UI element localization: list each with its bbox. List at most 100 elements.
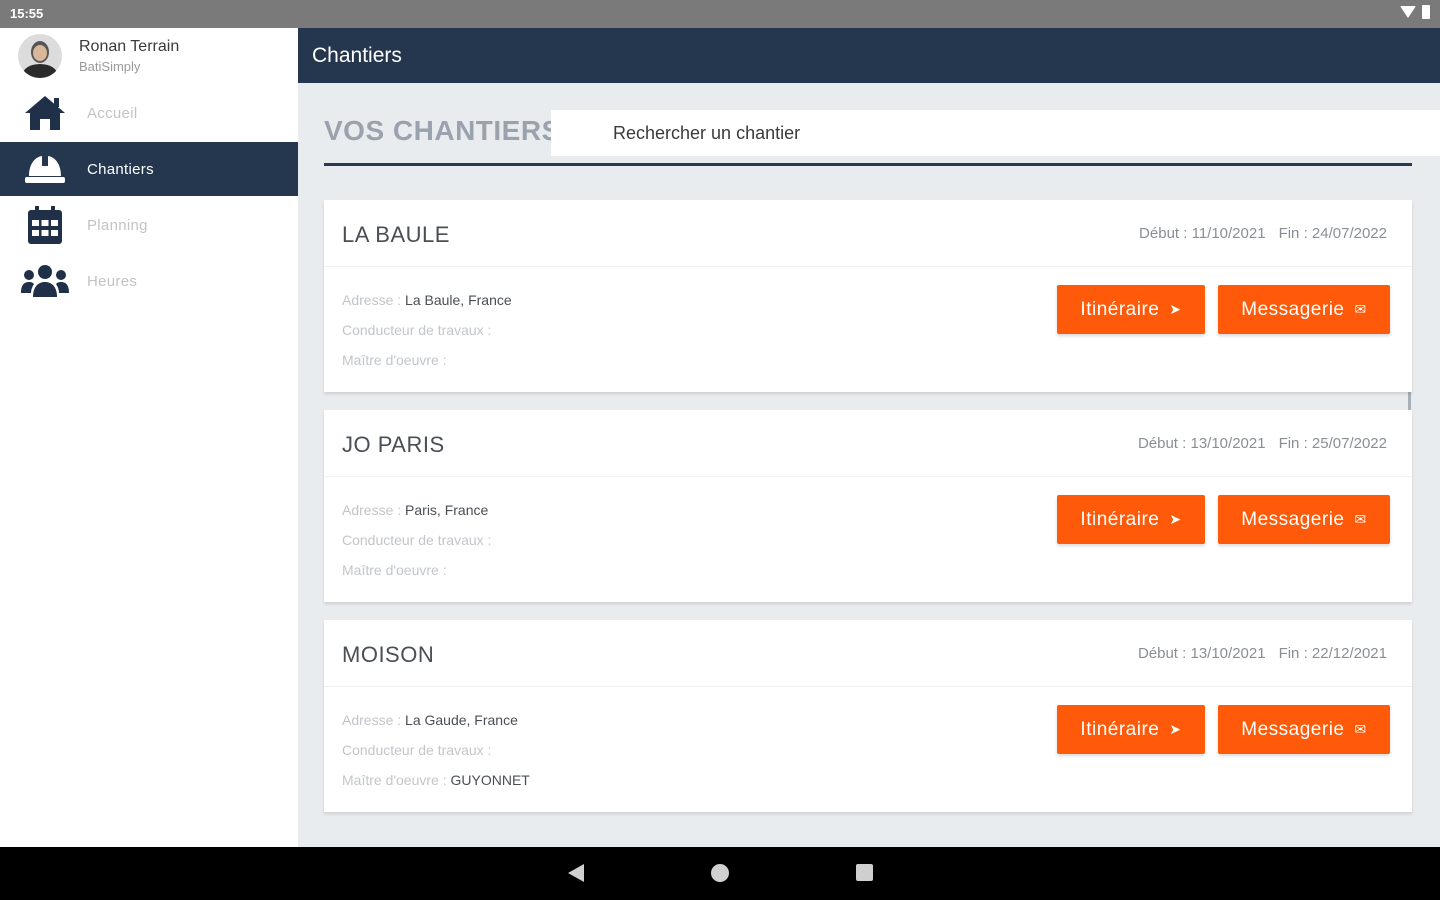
messaging-button-label: Messagerie	[1241, 718, 1345, 740]
site-name: JO PARIS	[342, 432, 445, 457]
address-line: Adresse : La Gaude, France	[342, 712, 518, 728]
site-card-body: Adresse : Paris, France Conducteur de tr…	[324, 477, 1412, 602]
site-card-body: Adresse : La Gaude, France Conducteur de…	[324, 687, 1412, 812]
site-dates: Début : 11/10/2021 Fin : 24/07/2022	[1139, 225, 1387, 242]
send-icon: ➤	[1169, 721, 1182, 737]
conductor-label: Conducteur de travaux :	[342, 532, 492, 548]
start-label: Début :	[1137, 645, 1187, 662]
site-card: MOISON Début : 13/10/2021 Fin : 22/12/20…	[324, 620, 1412, 812]
itinerary-button[interactable]: Itinéraire ➤	[1057, 705, 1205, 754]
status-bar: 15:55	[0, 0, 1440, 28]
site-card: JO PARIS Début : 13/10/2021 Fin : 25/07/…	[324, 410, 1412, 602]
itinerary-button[interactable]: Itinéraire ➤	[1057, 285, 1205, 334]
architect-line: Maître d'oeuvre : GUYONNET	[342, 772, 530, 788]
site-card-body: Adresse : La Baule, France Conducteur de…	[324, 267, 1412, 392]
recent-apps-icon[interactable]	[856, 864, 873, 881]
mail-icon: ✉	[1354, 301, 1367, 317]
sidebar-item-chantiers[interactable]: Chantiers	[0, 142, 298, 196]
messaging-button[interactable]: Messagerie ✉	[1218, 285, 1390, 334]
architect-line: Maître d'oeuvre :	[342, 562, 447, 578]
conductor-label: Conducteur de travaux :	[342, 322, 492, 338]
messaging-button-label: Messagerie	[1241, 298, 1345, 320]
back-icon[interactable]	[568, 864, 584, 882]
sidebar-item-label: Chantiers	[87, 160, 154, 178]
site-card: LA BAULE Début : 11/10/2021 Fin : 24/07/…	[324, 200, 1412, 392]
avatar	[18, 34, 62, 78]
itinerary-button-label: Itinéraire	[1080, 718, 1160, 740]
mail-icon: ✉	[1354, 511, 1367, 527]
site-name: MOISON	[342, 642, 435, 667]
site-card-header: MOISON Début : 13/10/2021 Fin : 22/12/20…	[324, 620, 1412, 687]
conductor-line: Conducteur de travaux :	[342, 742, 491, 758]
send-icon: ➤	[1169, 511, 1182, 527]
end-label: Fin :	[1278, 435, 1308, 452]
address-value: Paris, France	[405, 502, 489, 518]
architect-line: Maître d'oeuvre :	[342, 352, 447, 368]
itinerary-button-label: Itinéraire	[1080, 508, 1160, 530]
system-nav-bar	[0, 847, 1440, 900]
calendar-icon	[20, 205, 70, 245]
mail-icon: ✉	[1354, 721, 1367, 737]
architect-label: Maître d'oeuvre :	[342, 772, 447, 788]
messaging-button[interactable]: Messagerie ✉	[1218, 705, 1390, 754]
itinerary-button-label: Itinéraire	[1080, 298, 1160, 320]
page-title: Chantiers	[312, 44, 402, 67]
sidebar-item-heures[interactable]: Heures	[0, 254, 298, 308]
start-label: Début :	[1139, 225, 1188, 242]
conductor-label: Conducteur de travaux :	[342, 742, 492, 758]
messaging-button-label: Messagerie	[1241, 508, 1345, 530]
battery-icon	[1422, 5, 1430, 19]
site-card-header: JO PARIS Début : 13/10/2021 Fin : 25/07/…	[324, 410, 1412, 477]
section-title: VOS CHANTIERS	[324, 115, 561, 146]
site-dates: Début : 13/10/2021 Fin : 22/12/2021	[1138, 645, 1387, 662]
start-date: 11/10/2021	[1191, 225, 1266, 242]
address-line: Adresse : La Baule, France	[342, 292, 512, 308]
end-date: 22/12/2021	[1311, 645, 1387, 662]
itinerary-button[interactable]: Itinéraire ➤	[1057, 495, 1205, 544]
users-icon	[20, 261, 70, 301]
sidebar-item-label: Accueil	[87, 104, 138, 122]
address-label: Adresse :	[342, 712, 402, 728]
sidebar: Ronan Terrain BatiSimply Accueil Chantie…	[0, 28, 298, 847]
hard-hat-icon	[20, 149, 70, 189]
sidebar-item-planning[interactable]: Planning	[0, 198, 298, 252]
site-name: LA BAULE	[342, 222, 450, 247]
site-card-header: LA BAULE Début : 11/10/2021 Fin : 24/07/…	[324, 200, 1412, 267]
conductor-line: Conducteur de travaux :	[342, 532, 491, 548]
search-input[interactable]	[551, 110, 1440, 156]
messaging-button[interactable]: Messagerie ✉	[1218, 495, 1390, 544]
address-value: La Baule, France	[405, 292, 512, 308]
start-label: Début :	[1137, 435, 1187, 452]
conductor-line: Conducteur de travaux :	[342, 322, 491, 338]
address-value: La Gaude, France	[405, 712, 518, 728]
sidebar-item-label: Planning	[87, 216, 148, 234]
end-date: 25/07/2022	[1311, 435, 1387, 452]
user-profile[interactable]: Ronan Terrain BatiSimply	[0, 28, 298, 84]
home-icon	[20, 93, 70, 133]
end-label: Fin :	[1278, 645, 1308, 662]
divider	[324, 163, 1412, 166]
address-label: Adresse :	[342, 292, 402, 308]
sidebar-item-accueil[interactable]: Accueil	[0, 86, 298, 140]
architect-label: Maître d'oeuvre :	[342, 562, 447, 578]
search-box[interactable]	[551, 110, 1440, 156]
main-content: VOS CHANTIERS LA BAULE Début : 11/10/202…	[298, 83, 1440, 847]
end-label: Fin :	[1278, 225, 1308, 242]
user-name: Ronan Terrain	[79, 38, 180, 55]
start-date: 13/10/2021	[1190, 645, 1266, 662]
wifi-icon	[1400, 6, 1416, 18]
user-company: BatiSimply	[79, 59, 141, 74]
address-label: Adresse :	[342, 502, 402, 518]
status-time: 15:55	[10, 6, 44, 21]
system-icons	[1400, 5, 1430, 19]
send-icon: ➤	[1169, 301, 1182, 317]
end-date: 24/07/2022	[1311, 225, 1387, 242]
architect-value: GUYONNET	[450, 772, 530, 788]
site-dates: Début : 13/10/2021 Fin : 25/07/2022	[1138, 435, 1387, 452]
address-line: Adresse : Paris, France	[342, 502, 488, 518]
start-date: 13/10/2021	[1190, 435, 1266, 452]
home-button-icon[interactable]	[711, 864, 729, 882]
sidebar-item-label: Heures	[87, 272, 138, 290]
architect-label: Maître d'oeuvre :	[342, 352, 447, 368]
app-bar: Chantiers	[298, 28, 1440, 83]
